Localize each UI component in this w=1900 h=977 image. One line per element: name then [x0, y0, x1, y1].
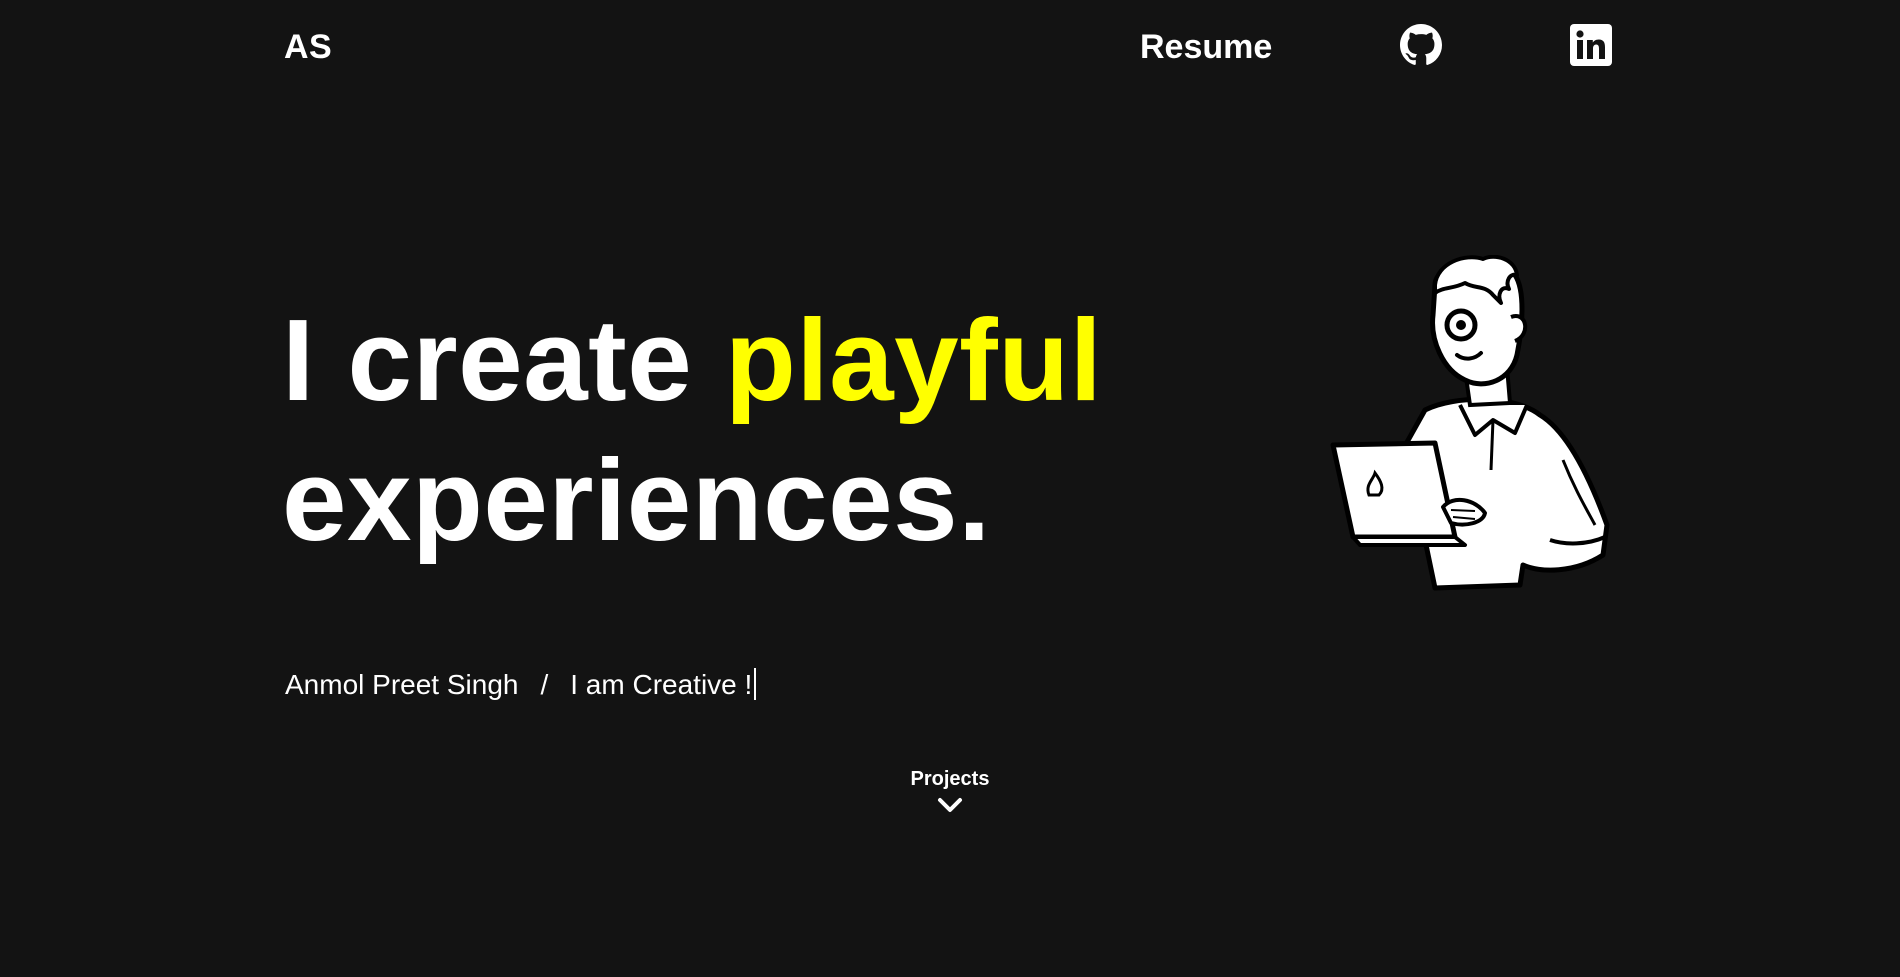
chevron-down-icon — [938, 798, 962, 812]
tagline: Anmol Preet Singh / I am Creative ! — [285, 668, 757, 701]
headline-text: I create — [282, 295, 726, 425]
site-logo[interactable]: AS — [284, 28, 332, 67]
headline-text-line2: experiences. — [282, 435, 991, 565]
linkedin-icon — [1570, 24, 1612, 66]
typing-cursor — [754, 668, 757, 700]
projects-label: Projects — [910, 768, 990, 790]
github-link[interactable] — [1400, 24, 1442, 66]
typed-text: I am Creative ! — [570, 669, 753, 700]
tagline-separator: / — [540, 669, 549, 700]
author-name: Anmol Preet Singh — [285, 669, 519, 700]
hero-headline: I create playful experiences. — [282, 290, 1102, 570]
projects-scroll-link[interactable]: Projects — [900, 768, 1000, 813]
page: AS Resume I create playful experiences. — [0, 0, 1900, 977]
man-with-laptop-illustration — [1325, 254, 1615, 595]
linkedin-link[interactable] — [1570, 24, 1612, 66]
resume-link[interactable]: Resume — [1140, 28, 1272, 67]
github-icon — [1400, 24, 1442, 65]
headline-accent-word: playful — [725, 295, 1103, 425]
